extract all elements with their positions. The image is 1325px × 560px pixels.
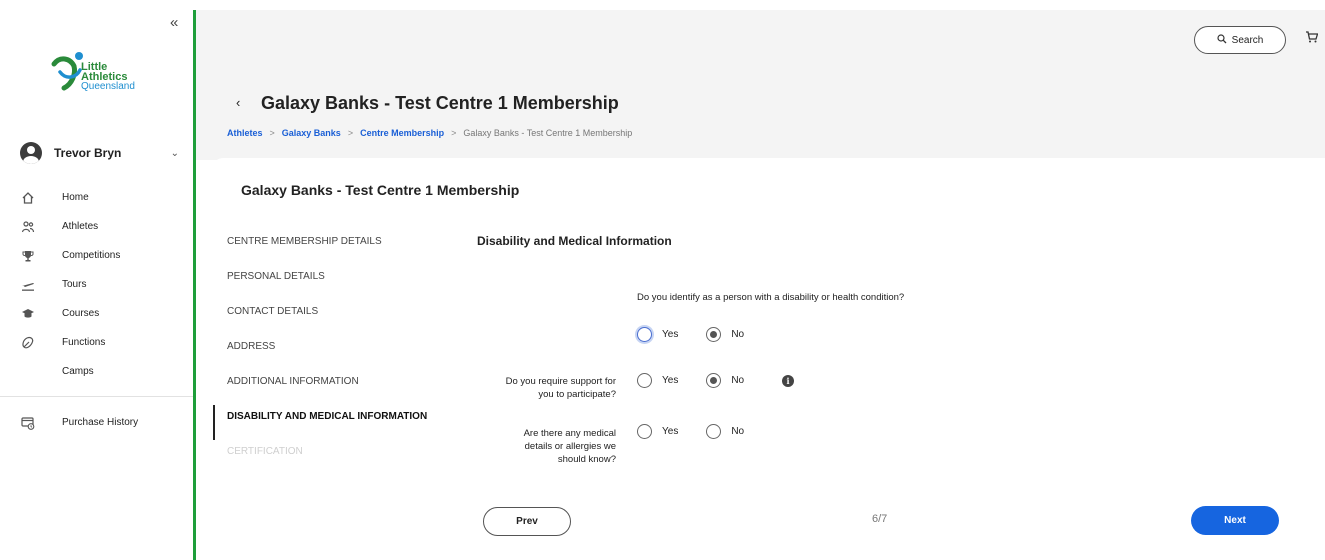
cart-icon[interactable] [1306,31,1319,46]
sidebar-item-courses[interactable]: Courses [20,299,190,328]
breadcrumb-current: Galaxy Banks - Test Centre 1 Membership [463,128,633,138]
sidebar-item-label: Athletes [62,221,99,232]
step-disability-medical-information[interactable]: DISABILITY AND MEDICAL INFORMATION [213,405,453,440]
radio-label[interactable]: No [731,426,744,437]
breadcrumb-athletes[interactable]: Athletes [227,128,263,138]
step-address[interactable]: ADDRESS [213,335,453,370]
user-menu[interactable]: Trevor Bryn ⌄ [20,140,185,166]
sidebar-item-home[interactable]: Home [20,183,190,212]
question-support-line: Do you require support for [505,376,616,387]
step-additional-information[interactable]: ADDITIONAL INFORMATION [213,370,453,405]
medical-no-radio[interactable] [706,424,722,439]
support-no-radio[interactable] [706,373,722,388]
search-icon [1217,33,1227,47]
sidebar-divider [0,396,193,397]
section-title: Disability and Medical Information [477,234,672,248]
sidebar-item-competitions[interactable]: Competitions [20,241,190,270]
sidebar-item-label: Courses [62,308,100,319]
prev-button[interactable]: Prev [483,507,571,536]
support-radio-group: Yes No [637,373,772,388]
question-medical: Are there any medical details or allergi… [470,427,616,466]
trophy-icon [20,248,36,264]
info-icon[interactable]: i [782,375,794,387]
card-title: Galaxy Banks - Test Centre 1 Membership [241,182,520,198]
sidebar-item-label: Tours [62,279,87,290]
plane-icon [20,277,36,293]
question-support: Do you require support for you to partic… [470,375,616,401]
collapse-sidebar-button[interactable]: « [170,14,178,31]
logo-line-3: Queensland [81,81,135,92]
breadcrumb-separator: > [269,128,275,138]
sidebar-item-label: Competitions [62,250,121,261]
functions-icon [20,335,36,351]
search-label: Search [1231,34,1264,46]
question-medical-line: should know? [557,454,616,465]
medical-radio-group: Yes No [637,424,772,439]
step-nav: CENTRE MEMBERSHIP DETAILS PERSONAL DETAI… [213,230,453,475]
breadcrumb-centre-membership[interactable]: Centre Membership [360,128,444,138]
medical-yes-radio[interactable] [637,424,652,439]
sidebar-item-functions[interactable]: Functions [20,328,190,357]
avatar-icon [20,142,42,164]
disability-no-radio[interactable] [706,327,722,342]
support-yes-radio[interactable] [637,373,652,388]
next-button[interactable]: Next [1191,506,1279,535]
purchase-history-icon [20,415,36,431]
sidebar-item-label: Functions [62,337,106,348]
radio-label[interactable]: Yes [662,426,678,437]
sidebar-item-label: Home [62,192,89,203]
sidebar-nav: Home Athletes Competitions Tours Courses… [20,183,190,386]
breadcrumb-separator: > [347,128,354,138]
question-medical-line: details or allergies we [524,441,616,452]
radio-label[interactable]: No [731,329,744,340]
radio-label[interactable]: Yes [662,329,678,340]
sidebar-item-label: Camps [62,366,94,377]
question-medical-line: Are there any medical [523,428,616,439]
search-button[interactable]: Search [1194,26,1286,54]
radio-label[interactable]: Yes [662,375,678,386]
disability-yes-radio[interactable] [637,327,652,342]
step-personal-details[interactable]: PERSONAL DETAILS [213,265,453,300]
disability-radio-group: Yes No [637,327,772,342]
athletes-icon [20,219,36,235]
sidebar-item-label: Purchase History [62,417,139,428]
back-button[interactable]: ‹ [236,95,240,110]
page-title: Galaxy Banks - Test Centre 1 Membership [261,93,619,113]
sidebar-item-athletes[interactable]: Athletes [20,212,190,241]
home-icon [20,190,36,206]
sidebar-item-purchase-history[interactable]: Purchase History [20,408,138,437]
step-contact-details[interactable]: CONTACT DETAILS [213,300,453,335]
breadcrumb-galaxy-banks[interactable]: Galaxy Banks [282,128,341,138]
sidebar-item-tours[interactable]: Tours [20,270,190,299]
logo-text: Little Athletics Queensland [81,62,135,92]
camps-icon [20,364,36,380]
question-support-line: you to participate? [538,389,616,400]
question-disability: Do you identify as a person with a disab… [637,292,905,303]
step-certification: CERTIFICATION [227,446,303,457]
sidebar-item-camps[interactable]: Camps [20,357,190,386]
user-name: Trevor Bryn [54,146,122,160]
graduation-cap-icon [20,306,36,322]
breadcrumb-separator: > [451,128,457,138]
step-centre-membership-details[interactable]: CENTRE MEMBERSHIP DETAILS [213,230,453,265]
chevron-down-icon: ⌄ [170,147,179,159]
breadcrumb: Athletes > Galaxy Banks > Centre Members… [227,128,632,138]
radio-label[interactable]: No [731,375,744,386]
step-counter: 6/7 [872,513,888,525]
